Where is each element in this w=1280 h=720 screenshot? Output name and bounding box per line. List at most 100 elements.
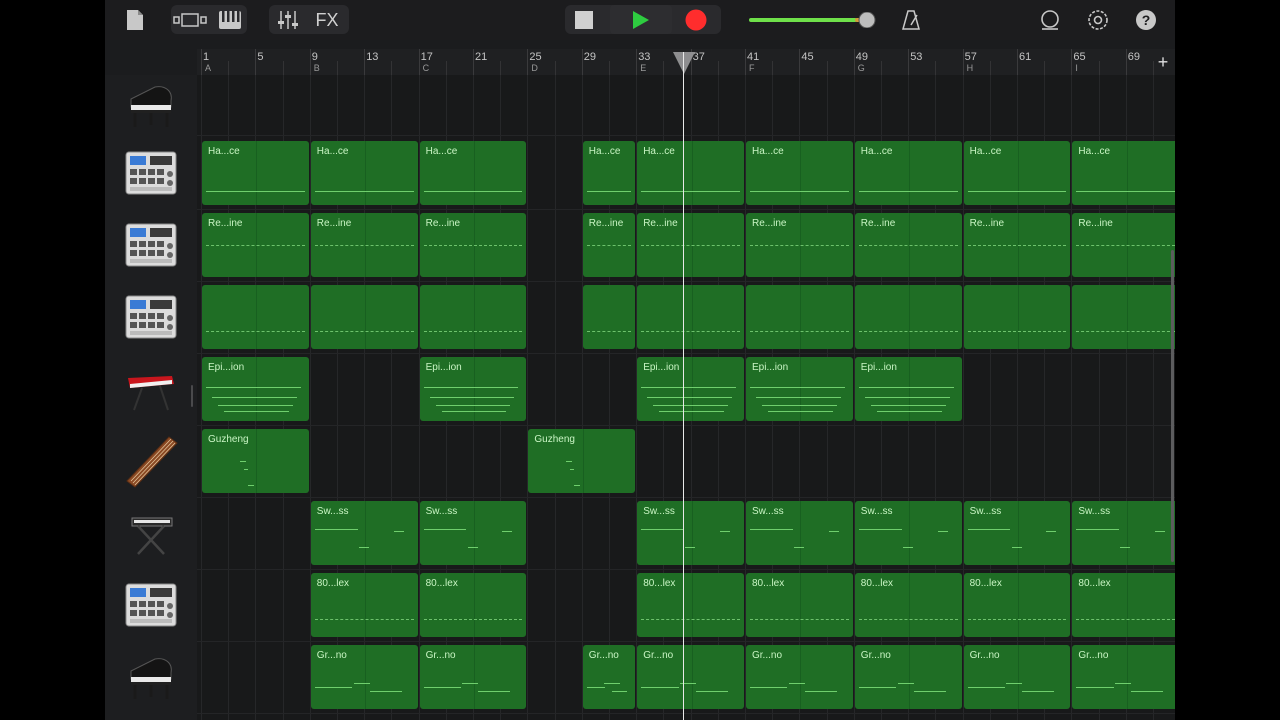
region[interactable]: Sw...ss (419, 501, 527, 565)
keyboard-stand-icon[interactable] (105, 497, 197, 569)
keyboard-icon[interactable] (217, 8, 243, 32)
region[interactable]: Sw...ss (1072, 501, 1175, 565)
region[interactable]: Re...ine (202, 213, 309, 277)
region[interactable]: 80...lex (1072, 573, 1175, 637)
region[interactable] (310, 285, 418, 349)
vertical-scrollbar[interactable] (1171, 250, 1174, 562)
region[interactable]: Ha...ce (637, 141, 744, 205)
region[interactable]: Ha...ce (419, 141, 527, 205)
region[interactable]: Gr...no (637, 645, 744, 709)
region[interactable]: Epi...ion (637, 357, 744, 421)
drum-machine-icon[interactable] (105, 209, 197, 281)
region[interactable] (419, 285, 527, 349)
region[interactable]: Sw...ss (746, 501, 853, 565)
note-mark (967, 191, 1067, 192)
record-icon[interactable] (683, 8, 709, 32)
region[interactable]: Gr...no (582, 645, 636, 709)
region-loop-divider (1126, 573, 1128, 637)
add-section-button[interactable]: + (1153, 50, 1173, 74)
region[interactable]: Sw...ss (637, 501, 744, 565)
region[interactable]: Gr...no (310, 645, 418, 709)
region[interactable]: Epi...ion (746, 357, 853, 421)
region[interactable]: Re...ine (854, 213, 962, 277)
loop-browser-icon[interactable] (1037, 8, 1063, 32)
region-name: Sw...ss (860, 506, 893, 517)
region[interactable]: 80...lex (310, 573, 418, 637)
region[interactable]: Epi...ion (202, 357, 309, 421)
region[interactable]: 80...lex (419, 573, 527, 637)
region[interactable]: Gr...no (963, 645, 1071, 709)
region[interactable] (637, 285, 744, 349)
region-loop-divider (365, 573, 367, 637)
region[interactable]: 80...lex (854, 573, 962, 637)
fx-button[interactable]: FX (311, 8, 343, 32)
region[interactable] (963, 285, 1071, 349)
region-name: Gr...no (1078, 650, 1109, 661)
region[interactable] (1072, 285, 1175, 349)
note-mark (467, 547, 478, 548)
note-mark (902, 547, 913, 548)
region[interactable] (582, 285, 636, 349)
grand-piano-icon[interactable] (105, 75, 197, 135)
region[interactable]: Ha...ce (202, 141, 309, 205)
region[interactable]: Gr...no (746, 645, 853, 709)
settings-icon[interactable] (1085, 8, 1111, 32)
track-lane[interactable] (197, 75, 1175, 136)
play-icon[interactable] (610, 5, 672, 34)
region[interactable]: Guzheng (528, 429, 636, 493)
region[interactable]: Ha...ce (746, 141, 853, 205)
region[interactable] (854, 285, 962, 349)
track-lane[interactable] (197, 425, 1175, 498)
region[interactable]: Ha...ce (1072, 141, 1175, 205)
region[interactable]: Sw...ss (963, 501, 1071, 565)
grand-piano-icon[interactable] (105, 641, 197, 713)
region[interactable] (202, 285, 309, 349)
playhead-handle[interactable] (673, 52, 695, 74)
tracks-view-icon[interactable] (173, 8, 207, 32)
region[interactable]: Re...ine (419, 213, 527, 277)
my-songs-icon[interactable] (123, 8, 147, 32)
region[interactable]: 80...lex (637, 573, 744, 637)
drum-machine-icon[interactable] (105, 281, 197, 353)
region[interactable]: Sw...ss (854, 501, 962, 565)
region[interactable]: Gr...no (854, 645, 962, 709)
note-mark (858, 331, 958, 333)
region[interactable]: Re...ine (1072, 213, 1175, 277)
drum-machine-icon[interactable] (105, 137, 197, 209)
region[interactable]: Epi...ion (854, 357, 962, 421)
guzheng-icon[interactable] (105, 425, 197, 497)
region[interactable]: Ha...ce (963, 141, 1071, 205)
master-volume-slider[interactable] (747, 11, 877, 29)
region[interactable]: Gr...no (419, 645, 527, 709)
note-mark (423, 687, 461, 688)
metronome-icon[interactable] (898, 8, 924, 32)
region[interactable]: Ha...ce (854, 141, 962, 205)
note-mark (462, 683, 479, 684)
mixer-icon[interactable] (275, 8, 301, 32)
region[interactable]: Re...ine (310, 213, 418, 277)
help-icon[interactable]: ? (1133, 8, 1159, 32)
note-mark (423, 191, 523, 192)
region[interactable]: Re...ine (963, 213, 1071, 277)
region[interactable]: Re...ine (746, 213, 853, 277)
region[interactable]: Ha...ce (582, 141, 636, 205)
region[interactable]: 80...lex (963, 573, 1071, 637)
region[interactable]: Ha...ce (310, 141, 418, 205)
drum-machine-icon[interactable] (105, 569, 197, 641)
note-mark (762, 405, 837, 406)
region-name: 80...lex (425, 578, 458, 589)
synth-keyboard-icon[interactable] (105, 353, 197, 425)
region[interactable]: Re...ine (582, 213, 636, 277)
region[interactable]: Sw...ss (310, 501, 418, 565)
note-mark (586, 245, 632, 247)
resize-handle[interactable] (191, 385, 193, 407)
note-mark (358, 547, 369, 548)
region[interactable]: Re...ine (637, 213, 744, 277)
region[interactable]: Epi...ion (419, 357, 527, 421)
region[interactable]: 80...lex (746, 573, 853, 637)
region[interactable]: Guzheng (202, 429, 309, 493)
region[interactable] (746, 285, 853, 349)
region[interactable]: Gr...no (1072, 645, 1175, 709)
tracks-area[interactable]: Ha...ce Ha...ce Ha...ce Ha...ce Ha...ce Ha...… (197, 75, 1175, 720)
stop-icon[interactable] (571, 8, 597, 32)
